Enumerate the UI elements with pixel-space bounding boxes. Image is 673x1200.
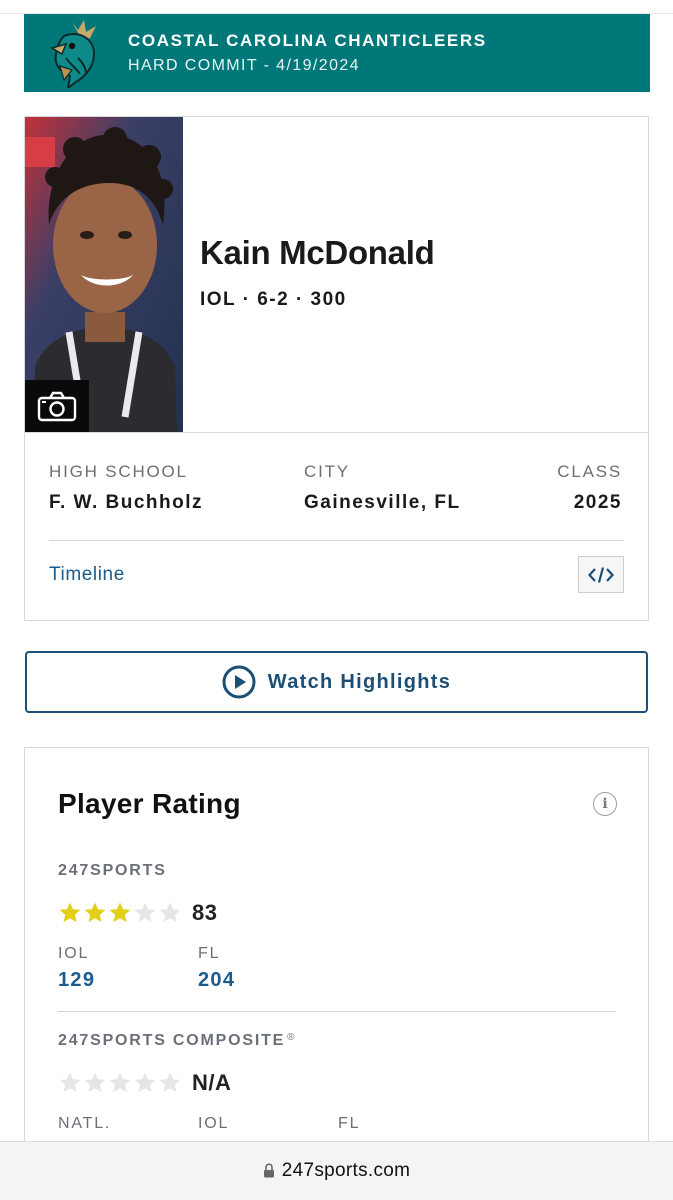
divider [58,1011,616,1012]
url-text: 247sports.com [281,1160,411,1181]
code-embed-icon [588,566,614,583]
info-icon[interactable]: i [593,792,617,816]
rank-value-iol[interactable]: 129 [58,969,95,992]
watch-highlights-label: Watch Highlights [267,670,452,693]
composite-label: 247SPORTS COMPOSITE ® [58,1032,296,1050]
class-value: 2025 [573,492,622,513]
class-block: CLASS 2025 [557,462,622,514]
rank-label-state: FL [198,945,221,962]
247sports-stars: 83 [58,900,217,926]
player-card: Kain McDonald IOL · 6-2 · 300 HIGH SCHOO… [24,116,649,621]
empty-star-icon [134,1072,156,1092]
empty-star-icon [134,902,156,922]
empty-star-icon [159,1072,181,1092]
timeline-link[interactable]: Timeline [49,564,125,586]
registered-mark: ® [287,1032,297,1043]
rank-label-iol: IOL [198,1115,230,1132]
empty-star-icon [84,1072,106,1092]
composite-score: N/A [192,1070,232,1095]
lock-icon [263,1162,274,1177]
commit-status: HARD COMMIT - 4/19/2024 [128,57,360,74]
composite-stars: N/A [58,1070,231,1096]
camera-icon[interactable] [25,380,89,432]
filled-star-icon [109,902,131,922]
player-rating-title: Player Rating [58,788,241,819]
browser-url-bar[interactable]: 247sports.com [0,1141,673,1200]
chanticleer-logo-icon [40,14,110,92]
high-school-value: F. W. Buchholz [49,492,203,513]
rank-label-iol: IOL [58,945,90,962]
247sports-score: 83 [192,900,218,925]
filled-star-icon [59,902,81,922]
status-area [0,0,673,14]
empty-star-icon [159,902,181,922]
rank-value-state[interactable]: 204 [198,969,235,992]
player-rating-card: Player Rating i 247SPORTS 83 IOL 129 FL … [24,747,649,1200]
player-position-size: IOL · 6-2 · 300 [200,289,347,310]
divider [49,540,624,541]
empty-star-icon [59,1072,81,1092]
divider [25,432,648,433]
high-school-label: HIGH SCHOOL [49,462,188,481]
rank-label-natl: NATL. [58,1115,112,1132]
player-name: Kain McDonald [200,234,435,271]
rank-label-state: FL [338,1115,361,1132]
player-photo[interactable] [25,117,183,432]
empty-star-icon [109,1072,131,1092]
filled-star-icon [84,902,106,922]
247sports-label: 247SPORTS [58,862,167,879]
play-circle-icon [222,665,256,699]
city-value: Gainesville, FL [304,492,461,513]
composite-label-text: 247SPORTS COMPOSITE [58,1032,286,1049]
team-name: COASTAL CAROLINA CHANTICLEERS [128,31,487,50]
commit-banner[interactable]: COASTAL CAROLINA CHANTICLEERS HARD COMMI… [24,14,650,92]
class-label: CLASS [557,462,622,481]
watch-highlights-button[interactable]: Watch Highlights [25,651,648,713]
embed-button[interactable] [578,556,624,593]
high-school-block: HIGH SCHOOL F. W. Buchholz [49,462,203,514]
city-label: CITY [304,462,350,481]
city-block: CITY Gainesville, FL [304,462,461,514]
